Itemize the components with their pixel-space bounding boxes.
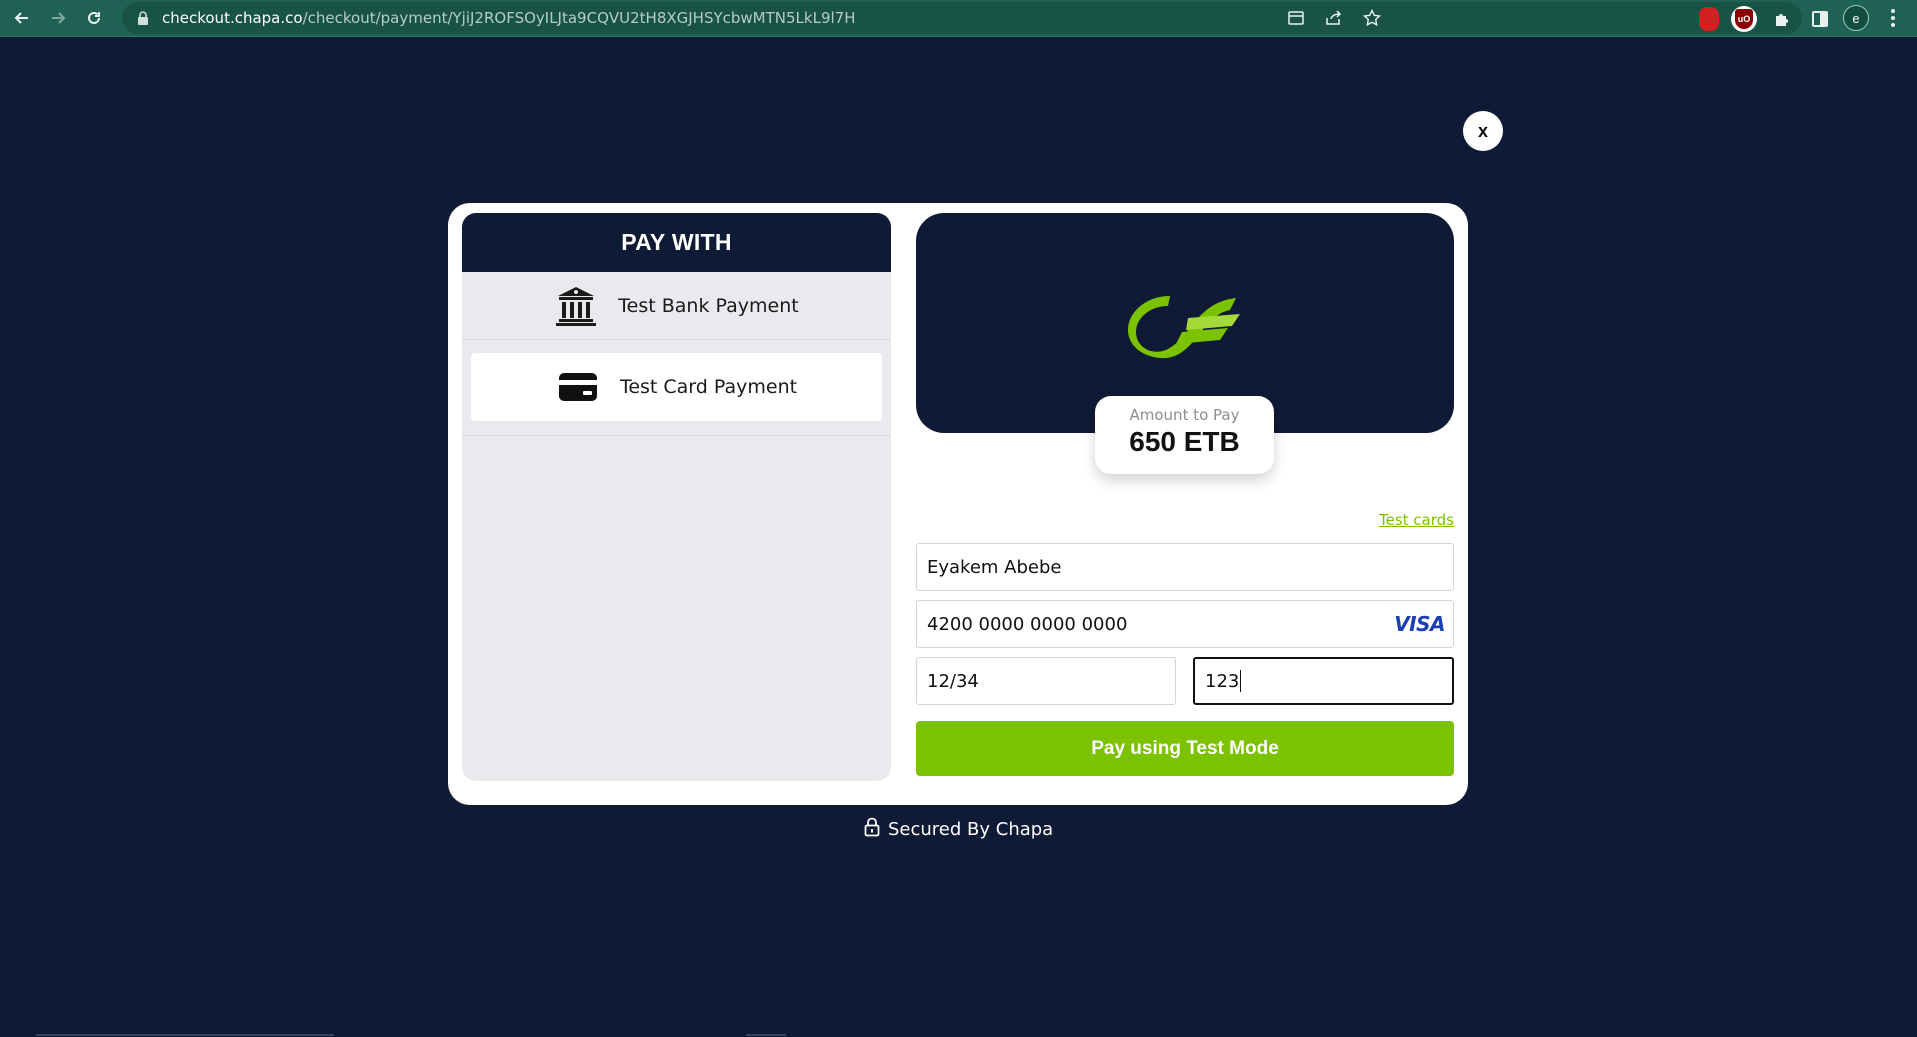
- browser-menu-icon[interactable]: [1883, 6, 1903, 30]
- bank-icon: [554, 284, 598, 328]
- secured-text: Secured By Chapa: [888, 818, 1054, 840]
- method-bank-payment[interactable]: Test Bank Payment: [462, 272, 891, 340]
- credit-card-icon: [556, 365, 600, 409]
- site-lock-icon[interactable]: [136, 11, 150, 25]
- pay-with-title: PAY WITH: [462, 213, 891, 272]
- text-caret: [1240, 670, 1242, 692]
- method-label: Test Card Payment: [619, 376, 798, 398]
- expiry-field[interactable]: 12/34: [916, 657, 1176, 705]
- puzzle-extensions-icon[interactable]: [1769, 6, 1795, 32]
- secured-by-footer: Secured By Chapa: [864, 816, 1053, 842]
- url-text: checkout.chapa.co/checkout/payment/YjiJ2…: [162, 9, 856, 27]
- method-label: Test Bank Payment: [618, 294, 799, 317]
- extension-hand-icon[interactable]: [1699, 7, 1719, 31]
- share-icon[interactable]: [1324, 8, 1344, 28]
- amount-value: 650 ETB: [1129, 426, 1240, 457]
- method-card-payment[interactable]: Test Card Payment: [471, 353, 882, 421]
- address-bar[interactable]: checkout.chapa.co/checkout/payment/YjiJ2…: [122, 2, 1802, 34]
- cardholder-name-field[interactable]: Eyakem Abebe: [916, 543, 1454, 591]
- ublock-icon[interactable]: uO: [1731, 6, 1757, 32]
- side-panel-icon[interactable]: [1807, 6, 1833, 32]
- checkout-modal: PAY WITH Test Bank Payment Test Card Pay…: [448, 203, 1468, 805]
- back-icon[interactable]: [4, 0, 40, 36]
- browser-toolbar: checkout.chapa.co/checkout/payment/YjiJ2…: [0, 0, 1917, 37]
- card-number-field[interactable]: 4200 0000 0000 0000 VISA: [916, 600, 1454, 648]
- bookmark-star-icon[interactable]: [1362, 8, 1382, 28]
- expiry-value: 12/34: [927, 670, 979, 692]
- brand-hero: Amount to Pay 650 ETB: [916, 213, 1454, 474]
- payment-form-panel: Amount to Pay 650 ETB Test cards Eyakem …: [916, 213, 1454, 793]
- chapa-logo: [1128, 296, 1240, 359]
- cvv-field[interactable]: 123: [1193, 657, 1454, 705]
- lock-icon: [864, 817, 880, 842]
- scroll-indicator: [746, 1034, 786, 1036]
- payment-methods-panel: PAY WITH Test Bank Payment Test Card Pay…: [462, 213, 891, 781]
- cardholder-name-value: Eyakem Abebe: [927, 556, 1062, 578]
- reload-icon[interactable]: [76, 0, 112, 36]
- card-icon[interactable]: [1286, 8, 1306, 28]
- test-cards-link[interactable]: Test cards: [1379, 511, 1454, 529]
- card-number-value: 4200 0000 0000 0000: [927, 613, 1128, 635]
- cvv-value: 123: [1205, 670, 1240, 692]
- method-card-wrapper: Test Card Payment: [462, 340, 891, 436]
- forward-icon[interactable]: [40, 0, 76, 36]
- visa-logo-icon: VISA: [1394, 612, 1445, 636]
- horizontal-scrollbar[interactable]: [36, 1034, 334, 1036]
- pay-button[interactable]: Pay using Test Mode: [916, 721, 1454, 776]
- amount-label: Amount to Pay: [1129, 406, 1240, 424]
- profile-avatar[interactable]: e: [1843, 5, 1869, 31]
- amount-card: Amount to Pay 650 ETB: [1095, 396, 1274, 474]
- close-button[interactable]: x: [1463, 111, 1503, 151]
